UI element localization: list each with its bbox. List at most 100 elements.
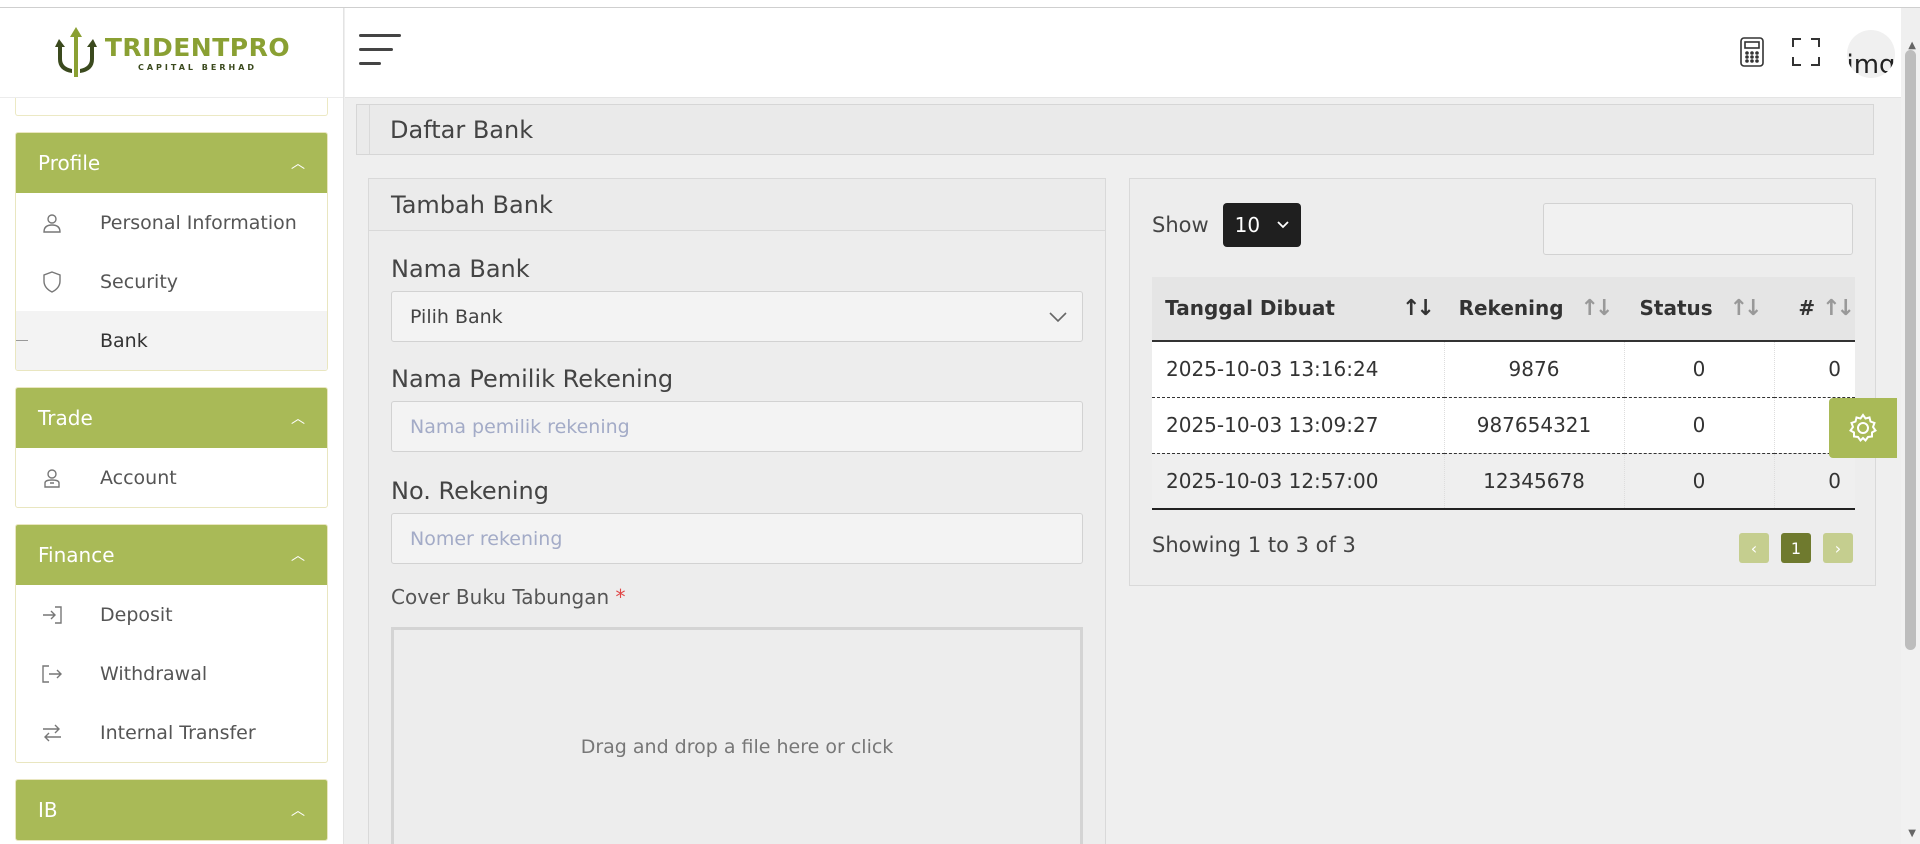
- chevron-up-icon: ︿: [291, 156, 305, 172]
- cover-book-label: Cover Buku Tabungan *: [391, 585, 626, 609]
- chevron-down-icon: [1049, 311, 1067, 322]
- column-label: Tanggal Dibuat: [1165, 296, 1335, 320]
- login-arrow-icon: [38, 605, 66, 625]
- owner-name-label: Nama Pemilik Rekening: [391, 365, 674, 393]
- sidebar-group-trade: Trade ︿ Account: [15, 387, 328, 508]
- page-size-select[interactable]: 10: [1222, 203, 1301, 247]
- cell-action: 0: [1773, 453, 1855, 509]
- brand-logo[interactable]: TRIDENTPRO CAPITAL BERHAD: [0, 8, 343, 98]
- group-title: Profile: [38, 151, 101, 175]
- sidebar-item-withdrawal[interactable]: Withdrawal: [16, 644, 327, 703]
- column-label: Status: [1639, 296, 1713, 320]
- page-title-bar: Daftar Bank: [356, 104, 1874, 155]
- sidebar-item-bank[interactable]: Bank: [16, 311, 327, 370]
- dropzone-text: Drag and drop a file here or click: [580, 736, 894, 758]
- calculator-icon[interactable]: [1739, 36, 1765, 72]
- sidebar: TRIDENTPRO CAPITAL BERHAD Profile ︿ Pers…: [0, 8, 344, 844]
- sidebar-item-label: Withdrawal: [100, 662, 208, 685]
- avatar[interactable]: img: [1847, 30, 1895, 78]
- sidebar-item-label: Bank: [100, 329, 148, 352]
- swap-arrows-icon: [38, 723, 66, 743]
- cell-status: 0: [1623, 453, 1774, 509]
- scrollbar-thumb[interactable]: [1905, 50, 1916, 650]
- cell-status: 0: [1623, 341, 1774, 397]
- table-header-row: Tanggal Dibuat ↑↓ Rekening ↑↓ Status ↑↓ …: [1152, 277, 1855, 341]
- search-input[interactable]: [1543, 203, 1853, 255]
- page-size-value: 10: [1234, 213, 1261, 237]
- sidebar-item-label: Deposit: [100, 603, 173, 626]
- owner-name-input[interactable]: Nama pemilik rekening: [391, 401, 1083, 452]
- column-label: Rekening: [1458, 296, 1564, 320]
- sidebar-item-label: Personal Information: [100, 211, 297, 234]
- sort-icon: ↑↓: [1729, 296, 1763, 321]
- bank-name-label: Nama Bank: [391, 255, 530, 283]
- fullscreen-icon[interactable]: [1791, 37, 1821, 71]
- sidebar-item-personal-information[interactable]: Personal Information: [16, 193, 327, 252]
- column-header-date[interactable]: Tanggal Dibuat ↑↓: [1152, 277, 1444, 341]
- logout-arrow-icon: [38, 664, 66, 684]
- menu-toggle-icon[interactable]: [359, 34, 401, 70]
- table-info: Showing 1 to 3 of 3: [1152, 533, 1356, 557]
- sidebar-item-security[interactable]: Security: [16, 252, 327, 311]
- bank-list-card: Show 10 Tanggal Dibuat ↑↓ Rekening ↑↓ St…: [1129, 178, 1876, 586]
- bank-table: Tanggal Dibuat ↑↓ Rekening ↑↓ Status ↑↓ …: [1152, 277, 1855, 510]
- chevron-down-icon: [1277, 221, 1289, 229]
- brand-tagline: CAPITAL BERHAD: [137, 63, 258, 72]
- cell-status: 0: [1623, 397, 1774, 453]
- sidebar-item-label: Account: [100, 466, 177, 489]
- next-page-button[interactable]: ›: [1823, 533, 1853, 563]
- cell-date: 2025-10-03 12:57:00: [1166, 468, 1379, 493]
- sidebar-item-account[interactable]: Account: [16, 448, 327, 507]
- sort-icon: ↑↓: [1401, 296, 1435, 321]
- sidebar-item-internal-transfer[interactable]: Internal Transfer: [16, 703, 327, 762]
- sidebar-group-profile: Profile ︿ Personal Information Security …: [15, 132, 328, 371]
- table-row[interactable]: 2025-10-03 13:09:27 987654321 0 0: [1152, 397, 1855, 453]
- prev-page-button[interactable]: ‹: [1739, 533, 1769, 563]
- sidebar-group-finance: Finance ︿ Deposit Withdrawal Internal Tr…: [15, 524, 328, 763]
- top-border: [0, 0, 1920, 8]
- account-number-input[interactable]: Nomer rekening: [391, 513, 1083, 564]
- chevron-up-icon: ︿: [291, 411, 305, 427]
- sidebar-item-label: Security: [100, 270, 179, 293]
- cell-account: 12345678: [1443, 453, 1624, 509]
- sidebar-group-ib: IB ︿: [15, 779, 328, 841]
- bank-name-value: Pilih Bank: [410, 305, 503, 328]
- required-mark: *: [615, 585, 626, 609]
- column-header-action[interactable]: # ↑↓: [1774, 277, 1855, 341]
- top-header: img: [345, 8, 1901, 98]
- file-dropzone[interactable]: Drag and drop a file here or click: [391, 627, 1083, 844]
- pagination: ‹ 1 ›: [1739, 533, 1853, 563]
- bank-name-select[interactable]: Pilih Bank: [391, 291, 1083, 342]
- scroll-up-icon[interactable]: ▲: [1908, 40, 1916, 51]
- sidebar-group-header-trade[interactable]: Trade ︿: [16, 388, 327, 448]
- column-header-account[interactable]: Rekening ↑↓: [1444, 277, 1624, 341]
- trident-logo-icon: [54, 26, 97, 77]
- form-title: Tambah Bank: [369, 179, 1105, 231]
- brand-name: TRIDENTPRO: [104, 33, 291, 62]
- cell-date: 2025-10-03 13:09:27: [1166, 413, 1379, 437]
- sort-icon: ↑↓: [1580, 296, 1614, 321]
- page-button-current[interactable]: 1: [1781, 533, 1811, 563]
- user-account-icon: [38, 468, 66, 488]
- table-row[interactable]: 2025-10-03 13:16:24 9876 0 0: [1152, 341, 1855, 397]
- gear-icon: [1849, 413, 1877, 443]
- chevron-up-icon: ︿: [291, 548, 305, 564]
- page-title: Daftar Bank: [369, 105, 533, 154]
- settings-button[interactable]: [1829, 398, 1897, 458]
- shield-icon: [38, 270, 66, 293]
- scroll-down-icon[interactable]: ▼: [1908, 828, 1916, 839]
- sidebar-item-label: Internal Transfer: [100, 721, 256, 744]
- sidebar-item-deposit[interactable]: Deposit: [16, 585, 327, 644]
- sidebar-group-header-finance[interactable]: Finance ︿: [16, 525, 327, 585]
- table-row[interactable]: 2025-10-03 12:57:00 12345678 0 0: [1152, 453, 1855, 509]
- sidebar-group-header-profile[interactable]: Profile ︿: [16, 133, 327, 193]
- column-header-status[interactable]: Status ↑↓: [1624, 277, 1774, 341]
- user-icon: [38, 213, 66, 233]
- cell-account: 987654321: [1443, 397, 1624, 453]
- sidebar-group-header-ib[interactable]: IB ︿: [16, 780, 327, 840]
- page-size-control: Show 10: [1152, 203, 1301, 247]
- cell-action: 0: [1773, 341, 1855, 397]
- account-number-label: No. Rekening: [391, 477, 549, 505]
- collapsed-group-stub: [15, 98, 328, 116]
- sort-icon: ↑↓: [1822, 296, 1855, 321]
